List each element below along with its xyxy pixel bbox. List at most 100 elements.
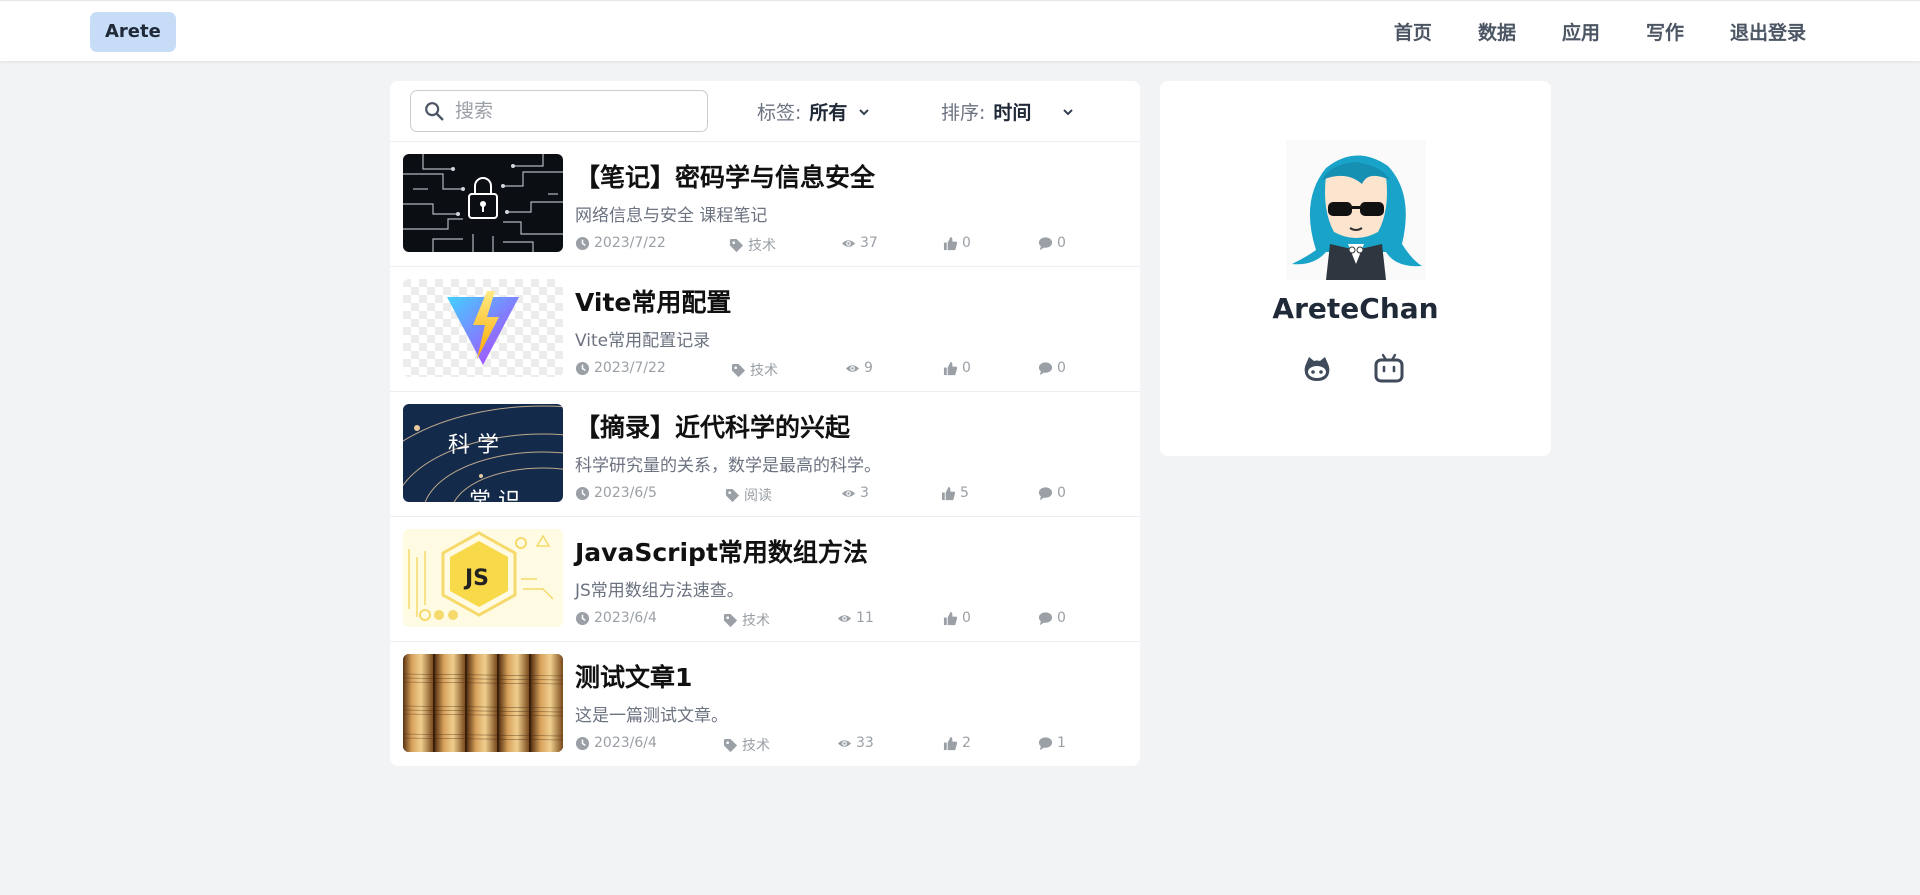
eye-icon <box>845 364 860 372</box>
svg-text:JS: JS <box>463 566 489 591</box>
post-description: Vite常用配置记录 <box>575 331 711 351</box>
post-item[interactable]: Vite常用配置 Vite常用配置记录 2023/7/22 技术 9 0 0 <box>390 267 1140 392</box>
avatar[interactable] <box>1286 140 1426 280</box>
tag-filter-value[interactable]: 所有 <box>809 98 847 125</box>
post-likes[interactable]: 0 <box>943 360 971 376</box>
eye-icon <box>837 614 852 622</box>
comment-icon <box>1038 611 1053 625</box>
sort-filter-label: 排序: <box>941 102 986 124</box>
tag-filter-label: 标签: <box>757 102 802 124</box>
search-icon <box>425 102 444 121</box>
post-title[interactable]: 测试文章1 <box>575 658 692 694</box>
post-views: 3 <box>841 485 869 501</box>
post-title[interactable]: 【笔记】密码学与信息安全 <box>575 158 875 194</box>
post-views: 37 <box>841 235 878 251</box>
thumbs-up-icon <box>941 486 956 500</box>
post-item[interactable]: 测试文章1 这是一篇测试文章。 2023/6/4 技术 33 2 1 <box>390 642 1140 766</box>
top-navbar: Arete 首页 数据 应用 写作 退出登录 <box>0 0 1920 61</box>
clock-icon <box>575 361 590 375</box>
post-tag[interactable]: 技术 <box>723 735 770 755</box>
tag-icon <box>723 613 738 627</box>
post-item[interactable]: 【笔记】密码学与信息安全 网络信息与安全 课程笔记 2023/7/22 技术 3… <box>390 142 1140 267</box>
comment-icon <box>1038 486 1053 500</box>
post-date: 2023/6/5 <box>575 485 657 501</box>
nav-data[interactable]: 数据 <box>1478 18 1516 45</box>
brand-logo[interactable]: Arete <box>90 12 176 52</box>
tag-filter[interactable]: 标签: 所有 <box>757 81 871 142</box>
post-tag[interactable]: 技术 <box>729 235 776 255</box>
post-description: 网络信息与安全 课程笔记 <box>575 206 768 226</box>
post-comments[interactable]: 1 <box>1038 735 1066 751</box>
post-views: 33 <box>837 735 874 751</box>
post-likes[interactable]: 5 <box>941 485 969 501</box>
post-views: 11 <box>837 610 874 626</box>
article-list-card: 标签: 所有 排序: 时间 <box>390 81 1140 766</box>
svg-text:常 识: 常 识 <box>469 489 520 502</box>
post-comments[interactable]: 0 <box>1038 610 1066 626</box>
post-likes[interactable]: 2 <box>943 735 971 751</box>
nav-apps[interactable]: 应用 <box>1562 18 1600 45</box>
profile-card: AreteChan <box>1160 81 1551 456</box>
svg-text:科 学: 科 学 <box>448 433 499 458</box>
post-item[interactable]: 科 学 常 识 【摘录】近代科学的兴起 科学研究量的关系，数学是最高的科学。 2… <box>390 392 1140 517</box>
sort-filter-value[interactable]: 时间 <box>993 98 1031 125</box>
post-tag[interactable]: 技术 <box>723 610 770 630</box>
search-box[interactable] <box>410 90 708 132</box>
js-logo-image: JS <box>403 529 563 627</box>
science-cover-image: 科 学 常 识 <box>403 404 563 502</box>
github-icon[interactable] <box>1300 352 1334 386</box>
list-toolbar: 标签: 所有 排序: 时间 <box>390 81 1140 142</box>
post-comments[interactable]: 0 <box>1038 485 1066 501</box>
post-title[interactable]: Vite常用配置 <box>575 283 731 319</box>
chevron-down-icon[interactable] <box>857 105 871 119</box>
tag-icon <box>723 738 738 752</box>
post-comments[interactable]: 0 <box>1038 235 1066 251</box>
clock-icon <box>575 611 590 625</box>
post-comments[interactable]: 0 <box>1038 360 1066 376</box>
post-thumbnail[interactable]: JS <box>403 529 563 627</box>
post-tag[interactable]: 技术 <box>731 360 778 380</box>
post-likes[interactable]: 0 <box>943 235 971 251</box>
post-title[interactable]: 【摘录】近代科学的兴起 <box>575 408 850 444</box>
nav-write[interactable]: 写作 <box>1646 18 1684 45</box>
post-likes[interactable]: 0 <box>943 610 971 626</box>
sort-filter[interactable]: 排序: 时间 <box>941 81 1075 142</box>
vite-logo-image <box>403 279 563 377</box>
eye-icon <box>837 739 852 747</box>
post-item[interactable]: JS JavaScript常用数组方法 JS常用数组方法速查。 2023/6/4… <box>390 517 1140 642</box>
post-thumbnail[interactable] <box>403 279 563 377</box>
post-thumbnail[interactable]: 科 学 常 识 <box>403 404 563 502</box>
post-description: 这是一篇测试文章。 <box>575 706 728 726</box>
thumbs-up-icon <box>943 236 958 250</box>
thumbs-up-icon <box>943 611 958 625</box>
post-tag[interactable]: 阅读 <box>725 485 772 505</box>
comment-icon <box>1038 736 1053 750</box>
comment-icon <box>1038 361 1053 375</box>
main-nav: 首页 数据 应用 写作 退出登录 <box>1348 1 1806 62</box>
chevron-down-icon[interactable] <box>1061 105 1075 119</box>
lock-circuit-image <box>403 154 563 252</box>
post-description: JS常用数组方法速查。 <box>575 581 744 601</box>
tag-icon <box>725 488 740 502</box>
thumbs-up-icon <box>943 361 958 375</box>
tag-icon <box>731 363 746 377</box>
profile-name: AreteChan <box>1272 292 1439 325</box>
bilibili-icon[interactable] <box>1372 352 1406 386</box>
clock-icon <box>575 736 590 750</box>
post-views: 9 <box>845 360 873 376</box>
tag-icon <box>729 238 744 252</box>
post-title[interactable]: JavaScript常用数组方法 <box>575 533 868 569</box>
post-description: 科学研究量的关系，数学是最高的科学。 <box>575 456 881 476</box>
post-thumbnail[interactable] <box>403 654 563 752</box>
post-thumbnail[interactable] <box>403 154 563 252</box>
nav-logout[interactable]: 退出登录 <box>1730 18 1806 45</box>
comment-icon <box>1038 236 1053 250</box>
eye-icon <box>841 489 856 497</box>
clock-icon <box>575 486 590 500</box>
search-input[interactable] <box>455 100 695 122</box>
post-date: 2023/7/22 <box>575 235 666 251</box>
post-date: 2023/7/22 <box>575 360 666 376</box>
post-date: 2023/6/4 <box>575 735 657 751</box>
eye-icon <box>841 239 856 247</box>
nav-home[interactable]: 首页 <box>1394 18 1432 45</box>
